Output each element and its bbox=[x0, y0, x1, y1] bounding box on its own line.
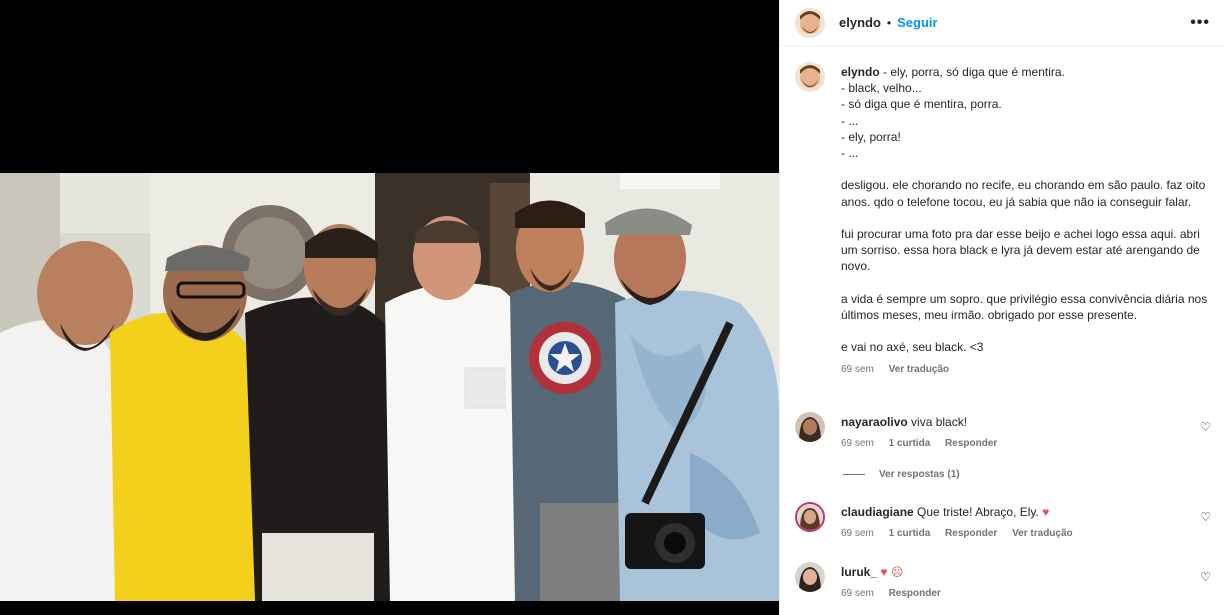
caption-username[interactable]: elyndo bbox=[841, 65, 880, 79]
comment-username[interactable]: luruk_ bbox=[841, 565, 877, 579]
comment-meta: 69 sem Responder bbox=[841, 586, 1181, 602]
reply-button[interactable]: Responder bbox=[889, 588, 941, 599]
avatar[interactable] bbox=[795, 7, 825, 38]
replies-divider bbox=[843, 474, 865, 475]
avatar[interactable] bbox=[795, 62, 825, 92]
post-media[interactable] bbox=[0, 0, 779, 615]
follow-button[interactable]: Seguir bbox=[897, 15, 937, 30]
post-header: elyndo • Seguir ••• bbox=[780, 0, 1224, 46]
comment-timestamp: 69 sem bbox=[841, 438, 874, 449]
caption-meta: 69 sem Ver tradução bbox=[841, 362, 1211, 378]
comment-text: viva black! bbox=[911, 415, 968, 429]
comment-username[interactable]: nayaraolivo bbox=[841, 415, 908, 429]
like-comment-heart-icon[interactable]: ♡ bbox=[1200, 420, 1211, 434]
translate-link[interactable]: Ver tradução bbox=[889, 364, 950, 375]
post-author-username[interactable]: elyndo bbox=[839, 15, 881, 30]
comment-avatar-story-ring[interactable] bbox=[795, 502, 825, 532]
comment-item: luruk_ ♥ ☹ 69 sem Responder ♡ bbox=[795, 562, 1215, 599]
caption-line-5: - ... bbox=[841, 146, 859, 161]
avatar-photo bbox=[795, 562, 825, 592]
reply-button[interactable]: Responder bbox=[945, 438, 997, 449]
like-comment-heart-icon[interactable]: ♡ bbox=[1200, 570, 1211, 584]
group-photo-image bbox=[0, 173, 779, 601]
caption-line-0: elyndo - ely, porra, só diga que é menti… bbox=[841, 65, 1065, 79]
like-comment-heart-icon[interactable]: ♡ bbox=[1200, 510, 1211, 524]
comment-body: claudiagiane Que triste! Abraço, Ely. ♥ … bbox=[841, 504, 1181, 542]
avatar-illustration bbox=[795, 62, 825, 92]
header-separator: • bbox=[886, 15, 892, 30]
avatar-photo bbox=[795, 412, 825, 442]
comment-likes[interactable]: 1 curtida bbox=[889, 528, 931, 539]
more-options-icon[interactable]: ••• bbox=[1190, 14, 1210, 32]
instagram-post-view: elyndo • Seguir ••• elyndo - ely, porra,… bbox=[0, 0, 1224, 615]
post-side-panel: elyndo • Seguir ••• elyndo - ely, porra,… bbox=[779, 0, 1224, 615]
caption-line-2: - só diga que é mentira, porra. bbox=[841, 97, 1002, 112]
caption-line-4: - ely, porra! bbox=[841, 129, 901, 144]
avatar-photo bbox=[797, 504, 823, 530]
heart-and-sad-emoji-icon: ♥ ☹ bbox=[880, 565, 904, 579]
caption-timestamp: 69 sem bbox=[841, 363, 874, 375]
comment-item: nayaraolivo viva black! 69 sem 1 curtida… bbox=[795, 412, 1215, 449]
comment-avatar[interactable] bbox=[795, 412, 825, 442]
comment-body: nayaraolivo viva black! 69 sem 1 curtida… bbox=[841, 414, 1181, 452]
caption-line-3: - ... bbox=[841, 113, 859, 128]
reply-button[interactable]: Responder bbox=[945, 528, 997, 539]
comment-avatar[interactable] bbox=[795, 562, 825, 592]
comment-item: claudiagiane Que triste! Abraço, Ely. ♥ … bbox=[795, 502, 1215, 539]
comment-username[interactable]: claudiagiane bbox=[841, 505, 914, 519]
caption-paragraph-1: desligou. ele chorando no recife, eu cho… bbox=[841, 178, 1206, 209]
caption-paragraph-4: e vai no axé, seu black. <3 bbox=[841, 340, 984, 355]
comment-timestamp: 69 sem bbox=[841, 588, 874, 599]
post-photo[interactable] bbox=[0, 173, 779, 601]
caption-paragraph-2: fui procurar uma foto pra dar esse beijo… bbox=[841, 227, 1200, 274]
caption-paragraph-3: a vida é sempre um sopro. que privilégio… bbox=[841, 291, 1208, 322]
view-replies-label: Ver respostas (1) bbox=[879, 469, 960, 480]
comment-text: Que triste! Abraço, Ely. bbox=[917, 505, 1039, 519]
view-replies-button[interactable]: Ver respostas (1) bbox=[843, 469, 960, 480]
translate-link[interactable]: Ver tradução bbox=[1012, 528, 1073, 539]
caption-line-1: - black, velho... bbox=[841, 81, 922, 96]
comment-meta: 69 sem 1 curtida Responder Ver tradução bbox=[841, 526, 1181, 542]
comment-likes[interactable]: 1 curtida bbox=[889, 438, 931, 449]
comment-meta: 69 sem 1 curtida Responder bbox=[841, 436, 1181, 452]
caption-text: elyndo - ely, porra, só diga que é menti… bbox=[841, 64, 1211, 378]
avatar-illustration bbox=[795, 7, 825, 38]
red-heart-emoji-icon: ♥ bbox=[1042, 505, 1050, 519]
comment-timestamp: 69 sem bbox=[841, 528, 874, 539]
comment-body: luruk_ ♥ ☹ 69 sem Responder bbox=[841, 564, 1181, 602]
